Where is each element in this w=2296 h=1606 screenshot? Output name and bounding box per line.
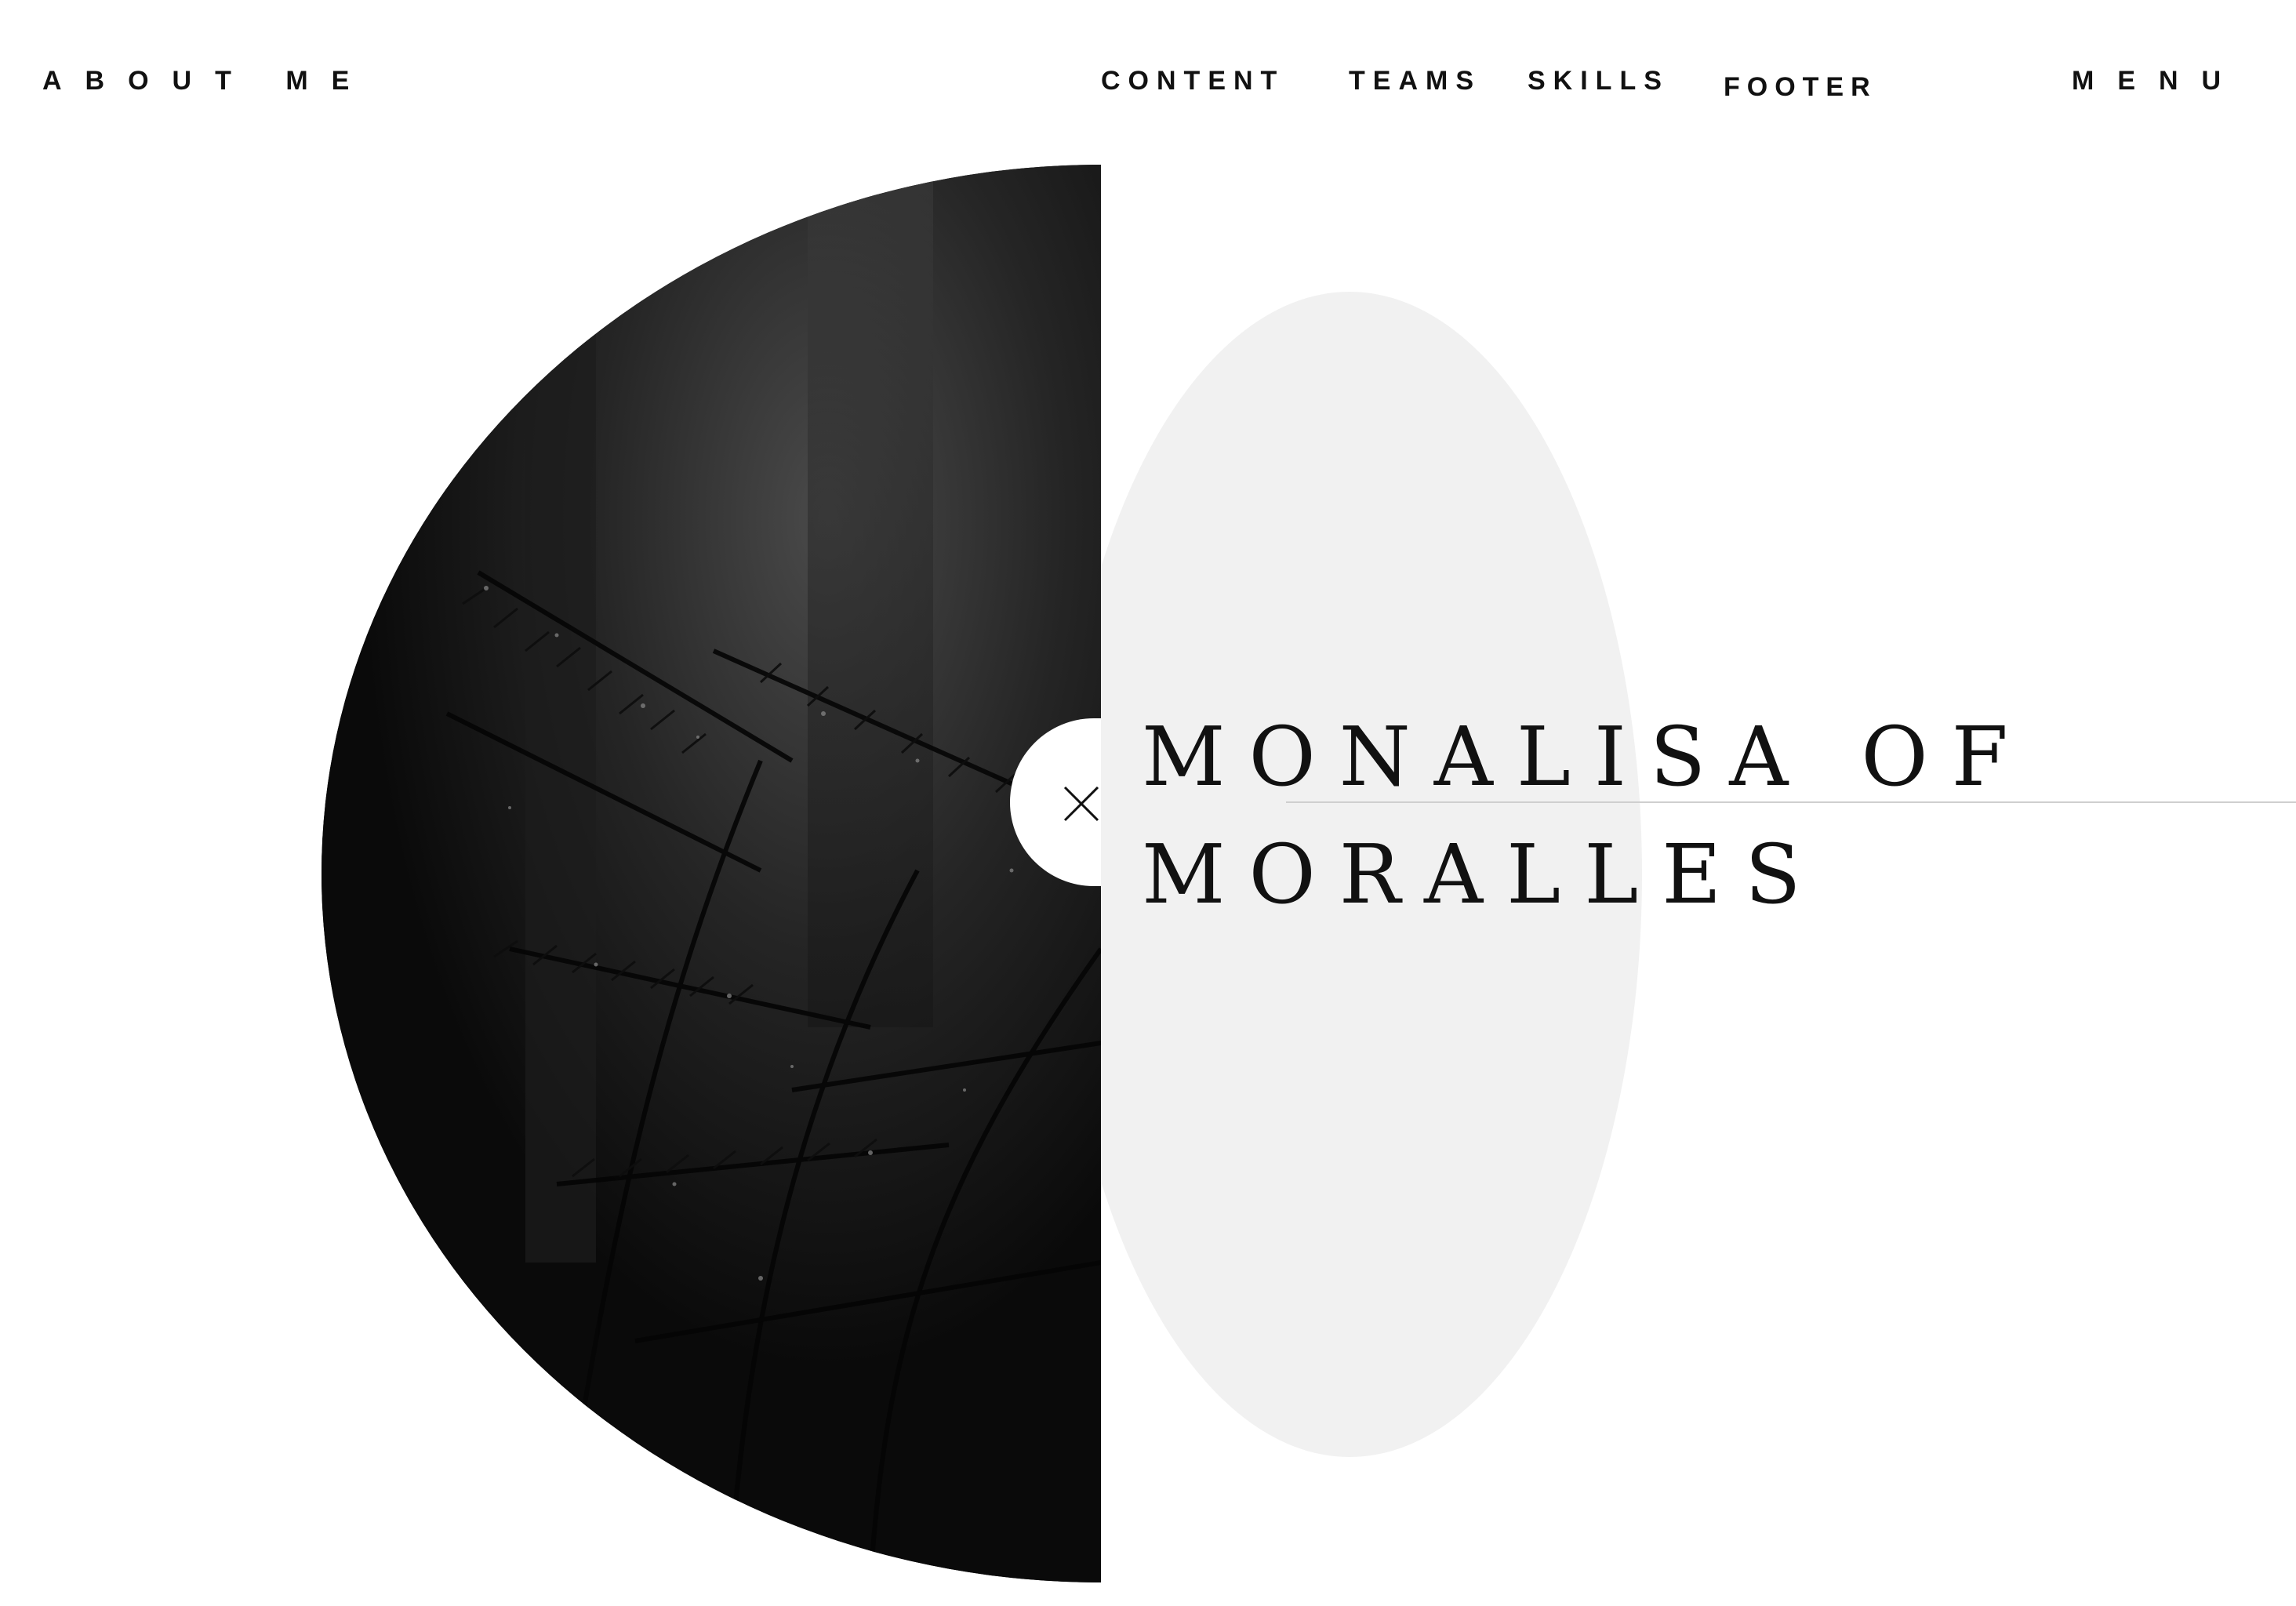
close-icon[interactable]: [1062, 784, 1101, 823]
hero-title-line-2: MORALLES: [1142, 827, 1825, 922]
nav-link-skills[interactable]: SKILLS: [1528, 67, 1669, 94]
hero-title-line-1: MONALISA OF: [1142, 709, 2032, 805]
forest-photo-illustration: [322, 165, 1101, 1582]
nav-link-teams[interactable]: TEAMS: [1349, 67, 1481, 94]
brand-about-me[interactable]: ABOUT ME: [42, 67, 372, 94]
menu-button[interactable]: MENU: [2072, 67, 2244, 94]
main-navigation: CONTENT TEAMS SKILLS FOOTER: [1101, 67, 1916, 107]
nav-link-footer[interactable]: FOOTER: [1724, 74, 1877, 100]
hero-title: MONALISA OF MORALLES: [1142, 698, 2083, 933]
nav-link-content[interactable]: CONTENT: [1101, 67, 1284, 94]
hero-photo-forest: [322, 165, 1101, 1582]
